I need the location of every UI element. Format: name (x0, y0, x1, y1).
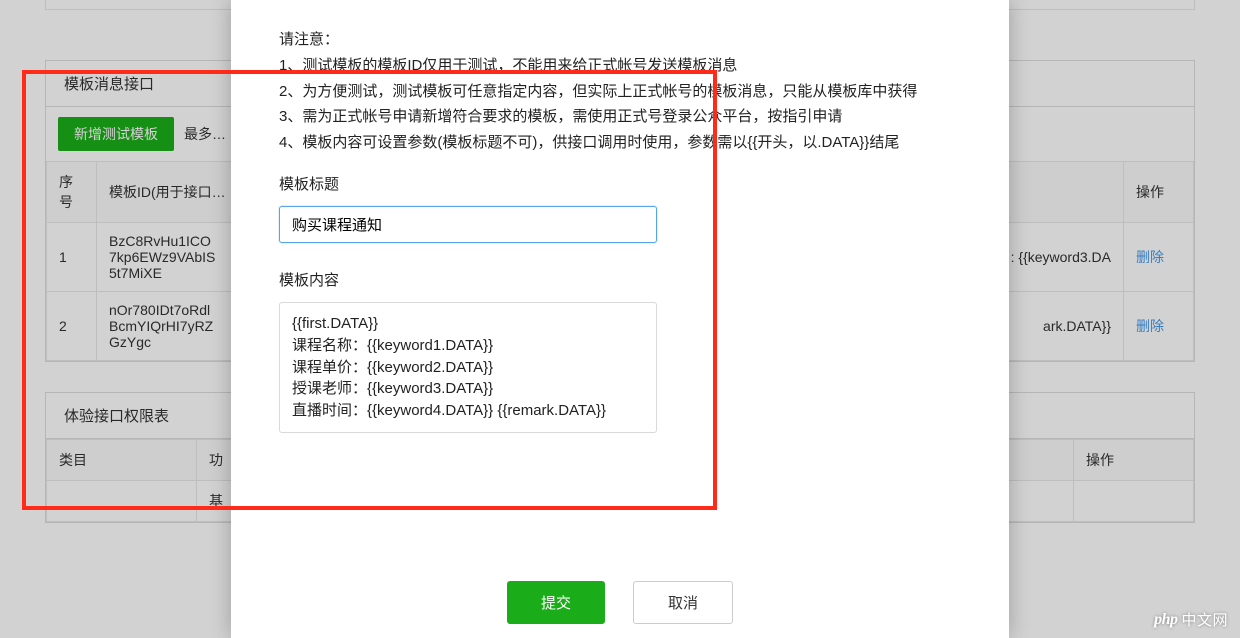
notice-item: 4、模板内容可设置参数(模板标题不可)，供接口调用时使用，参数需以{{开头，以.… (279, 130, 961, 156)
content-label: 模板内容 (279, 269, 961, 290)
template-modal: 请注意： 1、测试模板的模板ID仅用于测试，不能用来给正式帐号发送模板消息 2、… (231, 0, 1009, 638)
watermark-text: 中文网 (1181, 609, 1228, 630)
title-input[interactable] (279, 206, 657, 243)
submit-button[interactable]: 提交 (507, 581, 605, 624)
content-textarea[interactable]: {{first.DATA}} 课程名称：{{keyword1.DATA}} 课程… (279, 302, 657, 433)
notice-item: 1、测试模板的模板ID仅用于测试，不能用来给正式帐号发送模板消息 (279, 53, 961, 79)
notice-list: 1、测试模板的模板ID仅用于测试，不能用来给正式帐号发送模板消息 2、为方便测试… (279, 53, 961, 155)
notice-title: 请注意： (279, 28, 961, 49)
modal-footer: 提交 取消 (279, 567, 961, 638)
cancel-button[interactable]: 取消 (633, 581, 733, 624)
watermark: php 中文网 (1154, 609, 1228, 630)
notice-item: 3、需为正式帐号申请新增符合要求的模板，需使用正式号登录公众平台，按指引申请 (279, 104, 961, 130)
notice-item: 2、为方便测试，测试模板可任意指定内容，但实际上正式帐号的模板消息，只能从模板库… (279, 79, 961, 105)
watermark-badge: php (1154, 611, 1177, 629)
title-label: 模板标题 (279, 173, 961, 194)
